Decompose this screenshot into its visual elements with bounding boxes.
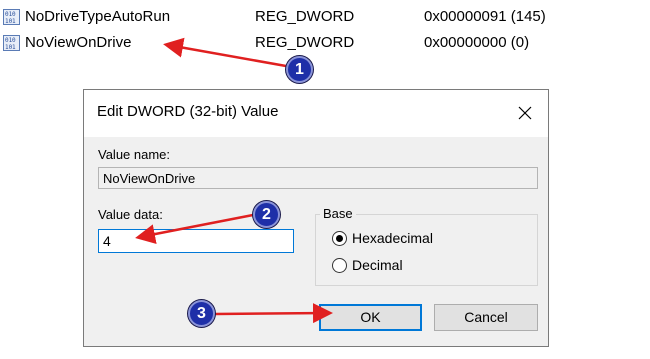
edit-dword-dialog: Edit DWORD (32-bit) Value Value name: No…: [83, 89, 549, 347]
hexadecimal-label: Hexadecimal: [352, 230, 433, 246]
cancel-button[interactable]: Cancel: [434, 304, 538, 331]
registry-value-data: 0x00000000 (0): [424, 34, 530, 51]
registry-row[interactable]: 01 10 0 1 NoDriveTypeAutoRun REG_DWORD 0…: [0, 6, 650, 28]
decimal-label: Decimal: [352, 257, 403, 273]
dialog-titlebar[interactable]: Edit DWORD (32-bit) Value: [84, 90, 548, 137]
radio-selected-icon: [332, 231, 347, 246]
base-group: Base Hexadecimal Decimal: [315, 206, 538, 286]
registry-value-type: REG_DWORD: [255, 34, 355, 51]
registry-value-name: NoDriveTypeAutoRun: [25, 8, 171, 25]
svg-text:0: 0: [12, 11, 16, 18]
base-group-label: Base: [320, 206, 356, 221]
value-name-field: NoViewOnDrive: [98, 167, 538, 189]
registry-binary-icon: 01 10 0 1: [3, 9, 20, 25]
step-1-badge: 1: [286, 56, 313, 83]
svg-text:0: 0: [12, 37, 16, 44]
registry-value-type: REG_DWORD: [255, 8, 355, 25]
step-2-badge: 2: [253, 201, 280, 228]
dialog-title: Edit DWORD (32-bit) Value: [97, 103, 279, 120]
ok-button[interactable]: OK: [319, 304, 422, 331]
close-icon: [518, 106, 532, 120]
registry-value-name: NoViewOnDrive: [25, 34, 132, 51]
svg-text:1: 1: [12, 18, 16, 25]
value-data-label: Value data:: [98, 207, 163, 222]
svg-text:1: 1: [12, 44, 16, 51]
close-button[interactable]: [502, 90, 548, 137]
registry-value-data: 0x00000091 (145): [424, 8, 546, 25]
registry-row[interactable]: 01 10 0 1 NoViewOnDrive REG_DWORD 0x0000…: [0, 32, 650, 54]
value-data-input[interactable]: 4: [98, 229, 294, 253]
value-name-label: Value name:: [98, 147, 171, 162]
step-3-badge: 3: [188, 300, 215, 327]
radio-unselected-icon: [332, 258, 347, 273]
registry-binary-icon: 01 10 0 1: [3, 35, 20, 51]
